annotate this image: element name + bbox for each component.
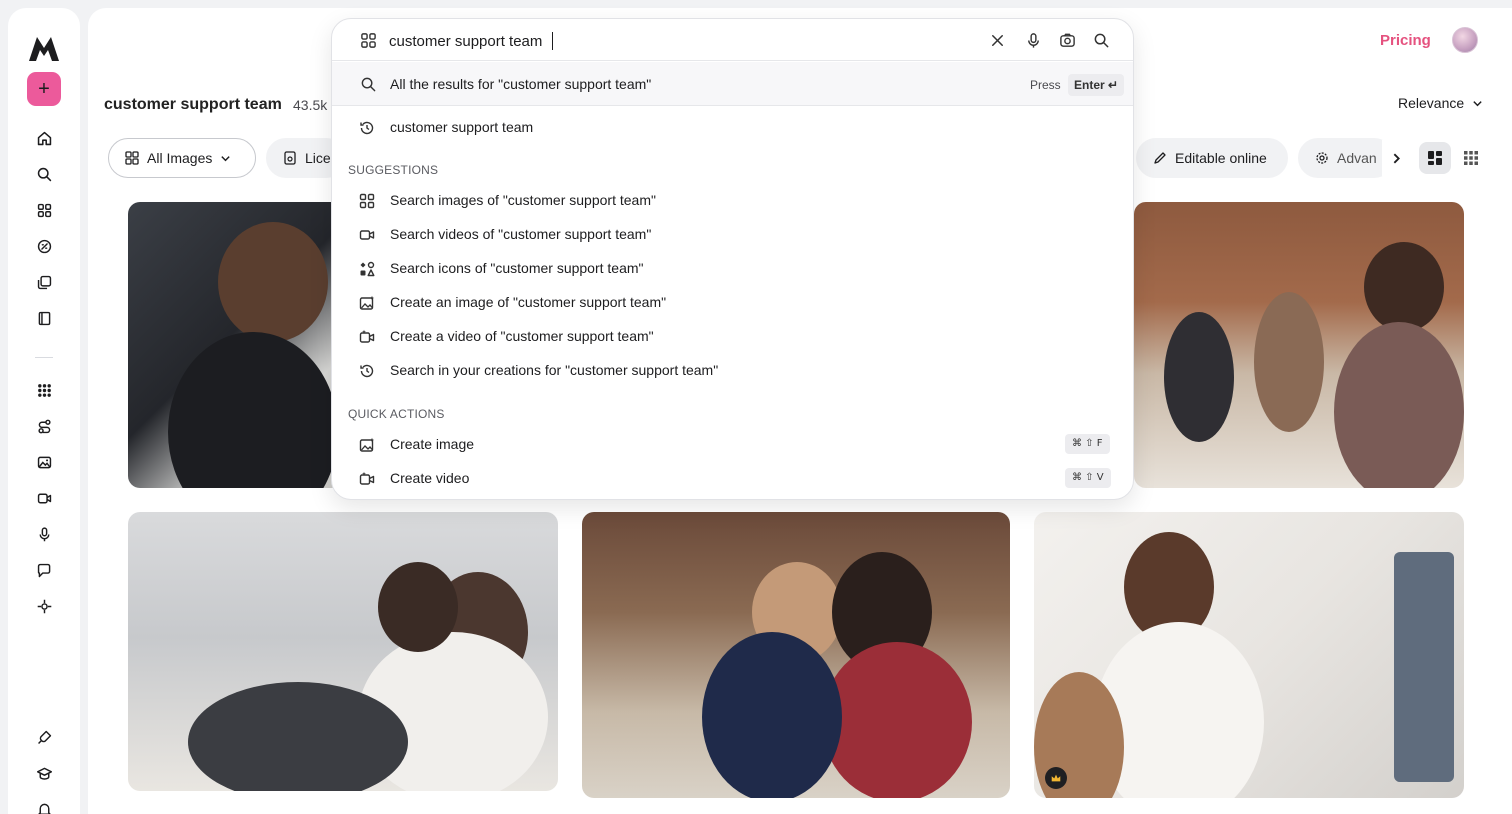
search-icon[interactable] xyxy=(34,164,54,184)
create-video-icon xyxy=(358,328,376,346)
history-icon xyxy=(358,119,376,137)
apps-icon[interactable] xyxy=(34,380,54,400)
masonry-icon xyxy=(1428,151,1442,165)
workflow-icon[interactable] xyxy=(34,416,54,436)
results-count: 43.5k xyxy=(293,97,328,113)
chevron-right-icon xyxy=(1393,153,1400,163)
chevron-down-icon xyxy=(221,155,231,161)
learn-icon[interactable] xyxy=(34,763,54,783)
brand-logo[interactable] xyxy=(28,36,60,62)
suggestion-search-creations[interactable]: Search in your creations for "customer s… xyxy=(332,355,1133,387)
quick-action-create-video[interactable]: Create video ⌘ ⇧ V xyxy=(332,463,1133,495)
create-image-icon xyxy=(358,436,376,454)
gear-icon xyxy=(1316,152,1328,164)
3d-icon[interactable] xyxy=(34,596,54,616)
suggestion-create-video[interactable]: Create a video of "customer support team… xyxy=(332,321,1133,353)
search-icon xyxy=(359,75,377,93)
editable-online-label: Editable online xyxy=(1175,150,1267,166)
search-bar xyxy=(332,19,1133,61)
grid-dots-icon xyxy=(1464,151,1478,165)
all-results-label: All the results for "customer support te… xyxy=(390,76,652,92)
search-dropdown: All the results for "customer support te… xyxy=(331,18,1134,500)
mic-icon[interactable] xyxy=(1024,31,1042,49)
quick-action-label: Create video xyxy=(390,470,470,486)
premium-crown-icon xyxy=(1045,767,1067,789)
sort-label: Relevance xyxy=(1398,95,1465,111)
stack-icon[interactable] xyxy=(34,272,54,292)
search-type-icon[interactable] xyxy=(359,31,377,49)
suggestion-search-images[interactable]: Search images of "customer support team" xyxy=(332,185,1133,217)
pen-icon xyxy=(1154,152,1166,164)
history-item-label: customer support team xyxy=(390,119,534,135)
suggestion-search-icons[interactable]: Search icons of "customer support team" xyxy=(332,253,1133,285)
search-icon[interactable] xyxy=(1092,31,1110,49)
masonry-view-button[interactable] xyxy=(1419,142,1451,174)
quick-actions-heading: QUICK ACTIONS xyxy=(348,407,445,421)
text-caret xyxy=(552,32,553,50)
create-image-icon xyxy=(358,294,376,312)
create-button[interactable]: + xyxy=(27,72,61,106)
video-icon xyxy=(358,226,376,244)
search-input[interactable] xyxy=(389,30,949,52)
press-hint: Press xyxy=(1030,78,1061,92)
results-title: customer support team xyxy=(104,96,282,113)
history-icon xyxy=(358,362,376,380)
suggestion-label: Search in your creations for "customer s… xyxy=(390,362,719,378)
suggestion-create-image[interactable]: Create an image of "customer support tea… xyxy=(332,287,1133,319)
photo-call-center-team-brick-office[interactable] xyxy=(1134,202,1464,488)
suggestion-label: Create a video of "customer support team… xyxy=(390,328,654,344)
suggestion-label: Search videos of "customer support team" xyxy=(390,226,652,242)
shortcut-hint: ⌘ ⇧ F xyxy=(1065,434,1110,454)
suggestions-heading: SUGGESTIONS xyxy=(348,163,439,177)
chevron-down-icon xyxy=(1473,100,1482,106)
video-icon[interactable] xyxy=(34,488,54,508)
mic-icon[interactable] xyxy=(34,524,54,544)
license-icon xyxy=(284,151,296,165)
avatar[interactable] xyxy=(1452,27,1478,53)
sidebar: + xyxy=(8,8,80,814)
history-item[interactable]: customer support team xyxy=(332,112,1133,144)
suggestion-search-videos[interactable]: Search videos of "customer support team" xyxy=(332,219,1133,251)
quick-action-label: Create image xyxy=(390,436,475,452)
sidebar-divider xyxy=(35,357,53,358)
grid-view-button[interactable] xyxy=(1455,142,1487,174)
pricing-icon[interactable] xyxy=(34,236,54,256)
book-icon[interactable] xyxy=(34,308,54,328)
grid-icon[interactable] xyxy=(34,200,54,220)
chat-icon[interactable] xyxy=(34,560,54,580)
create-video-icon xyxy=(358,470,376,488)
suggestion-label: Create an image of "customer support tea… xyxy=(390,294,667,310)
filters-next-button[interactable] xyxy=(1382,140,1410,176)
all-images-label: All Images xyxy=(147,150,213,166)
all-results-option[interactable]: All the results for "customer support te… xyxy=(332,62,1133,106)
pricing-link[interactable]: Pricing xyxy=(1380,32,1431,49)
grid-icon xyxy=(125,151,139,165)
suggestion-label: Search icons of "customer support team" xyxy=(390,260,644,276)
all-images-filter[interactable]: All Images xyxy=(108,138,256,178)
bell-icon[interactable] xyxy=(34,799,54,814)
images-icon xyxy=(358,192,376,210)
photo-woman-headset-computer[interactable] xyxy=(1034,512,1464,798)
icons-icon xyxy=(358,260,376,278)
quick-action-create-image[interactable]: Create image ⌘ ⇧ F xyxy=(332,429,1133,461)
enter-key-hint: Enter ↵ xyxy=(1068,74,1125,96)
photo-call-center-world-map[interactable] xyxy=(128,512,558,791)
editable-online-filter[interactable]: Editable online xyxy=(1136,138,1288,178)
suggestion-label: Search images of "customer support team" xyxy=(390,192,656,208)
plugin-icon[interactable] xyxy=(34,727,54,747)
photo-colleagues-pointing-screen[interactable] xyxy=(582,512,1010,798)
image-icon[interactable] xyxy=(34,452,54,472)
clear-icon[interactable] xyxy=(988,31,1006,49)
home-icon[interactable] xyxy=(34,128,54,148)
sort-dropdown[interactable]: Relevance xyxy=(1398,95,1483,111)
advanced-label: Advan xyxy=(1337,150,1377,166)
advanced-filter[interactable]: Advan xyxy=(1298,138,1394,178)
camera-icon[interactable] xyxy=(1058,31,1076,49)
shortcut-hint: ⌘ ⇧ V xyxy=(1065,468,1111,488)
